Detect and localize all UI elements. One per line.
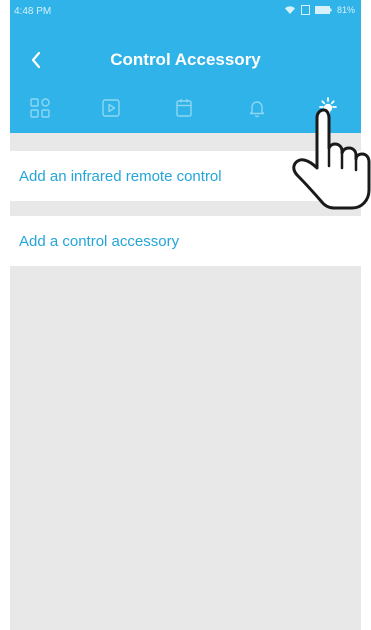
- battery-percent: 81%: [336, 5, 355, 15]
- add-control-accessory-item[interactable]: Add a control accessory: [10, 216, 361, 266]
- status-bar: 4:48 PM 81%: [10, 0, 361, 26]
- add-control-accessory-label: Add a control accessory: [19, 232, 180, 250]
- play-icon: [102, 99, 120, 117]
- status-time: 4:48 PM: [14, 6, 52, 17]
- tab-scenes[interactable]: [95, 92, 127, 124]
- calendar-icon: [176, 99, 192, 117]
- tab-accessory[interactable]: [312, 92, 344, 124]
- status-icons: 81%: [284, 5, 355, 15]
- tab-schedule[interactable]: [168, 92, 200, 124]
- app-screen: 4:48 PM 81% Control Accessory Add an inf…: [10, 0, 361, 630]
- wifi-icon: [284, 6, 295, 14]
- bell-icon: [249, 101, 265, 118]
- grid-icon: [30, 98, 50, 118]
- page-title: Control Accessory: [110, 50, 261, 69]
- tab-bar: [10, 88, 361, 128]
- tab-devices[interactable]: [24, 92, 56, 124]
- lightbulb-icon: [319, 97, 337, 115]
- sim-icon: [300, 5, 310, 15]
- add-infrared-remote-label: Add an infrared remote control: [19, 167, 222, 185]
- battery-icon: [314, 6, 332, 14]
- tab-notifications[interactable]: [241, 92, 273, 124]
- app-header: 4:48 PM 81% Control Accessory: [10, 0, 361, 133]
- add-infrared-remote-item[interactable]: Add an infrared remote control: [10, 151, 361, 201]
